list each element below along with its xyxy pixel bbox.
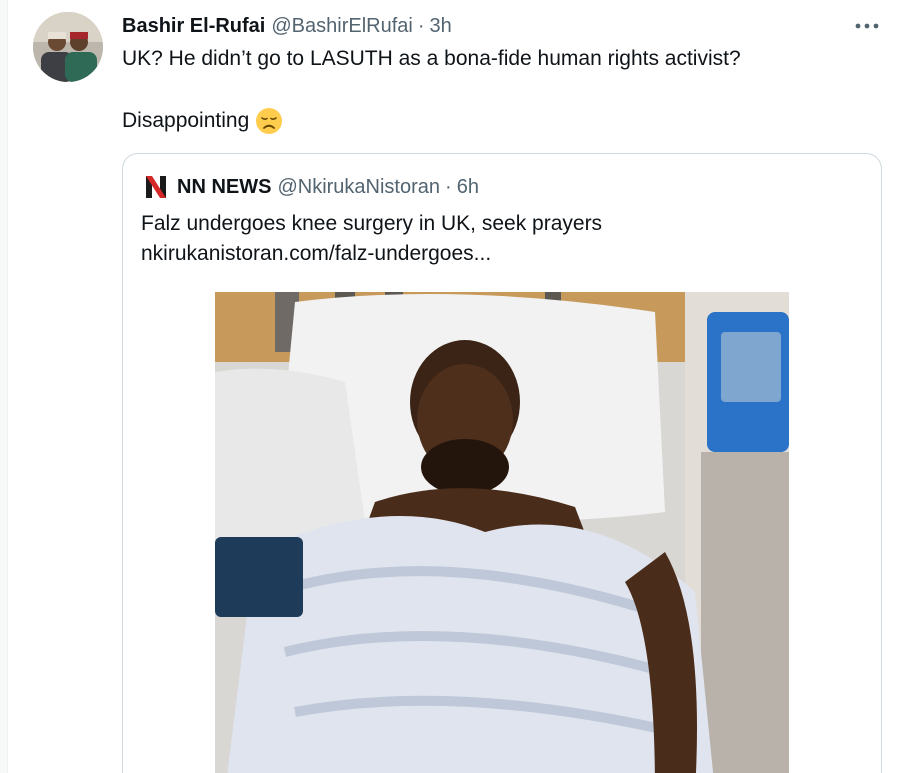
quoted-tweet-card[interactable]: NN NEWS @NkirukaNistoran · 6h Falz under… (122, 153, 882, 773)
quote-link[interactable]: nkirukanistoran.com/falz-undergoes... (141, 240, 491, 268)
tweet-text-disappointing: Disappointing (122, 109, 250, 132)
nn-logo-icon (146, 176, 166, 198)
tweet-text-line1: UK? He didn’t go to LASUTH as a bona-fid… (122, 47, 741, 70)
author-name[interactable]: Bashir El-Rufai (122, 15, 265, 38)
quote-separator-dot: · (445, 175, 452, 198)
quote-author-handle[interactable]: @NkirukaNistoran (277, 176, 440, 199)
more-horizontal-icon (855, 23, 879, 29)
more-options-button[interactable] (852, 15, 882, 37)
quote-author-name[interactable]: NN NEWS (177, 176, 271, 199)
tweet-text-line2: Disappointing (122, 107, 283, 135)
quote-media-photo[interactable] (215, 292, 789, 773)
quote-timestamp[interactable]: 6h (457, 176, 479, 199)
tweet-timestamp[interactable]: 3h (430, 15, 452, 38)
separator-dot: · (417, 14, 425, 37)
disappointed-face-emoji (256, 108, 283, 134)
author-handle[interactable]: @BashirElRufai (271, 15, 412, 38)
author-avatar[interactable] (33, 12, 103, 82)
tweet-header: Bashir El-Rufai @BashirElRufai · 3h (122, 13, 452, 39)
quote-text: Falz undergoes knee surgery in UK, seek … (141, 212, 603, 235)
left-frame-border (0, 0, 8, 773)
hospital-bed-photo (215, 292, 789, 773)
quote-header: NN NEWS @NkirukaNistoran · 6h (145, 174, 479, 200)
